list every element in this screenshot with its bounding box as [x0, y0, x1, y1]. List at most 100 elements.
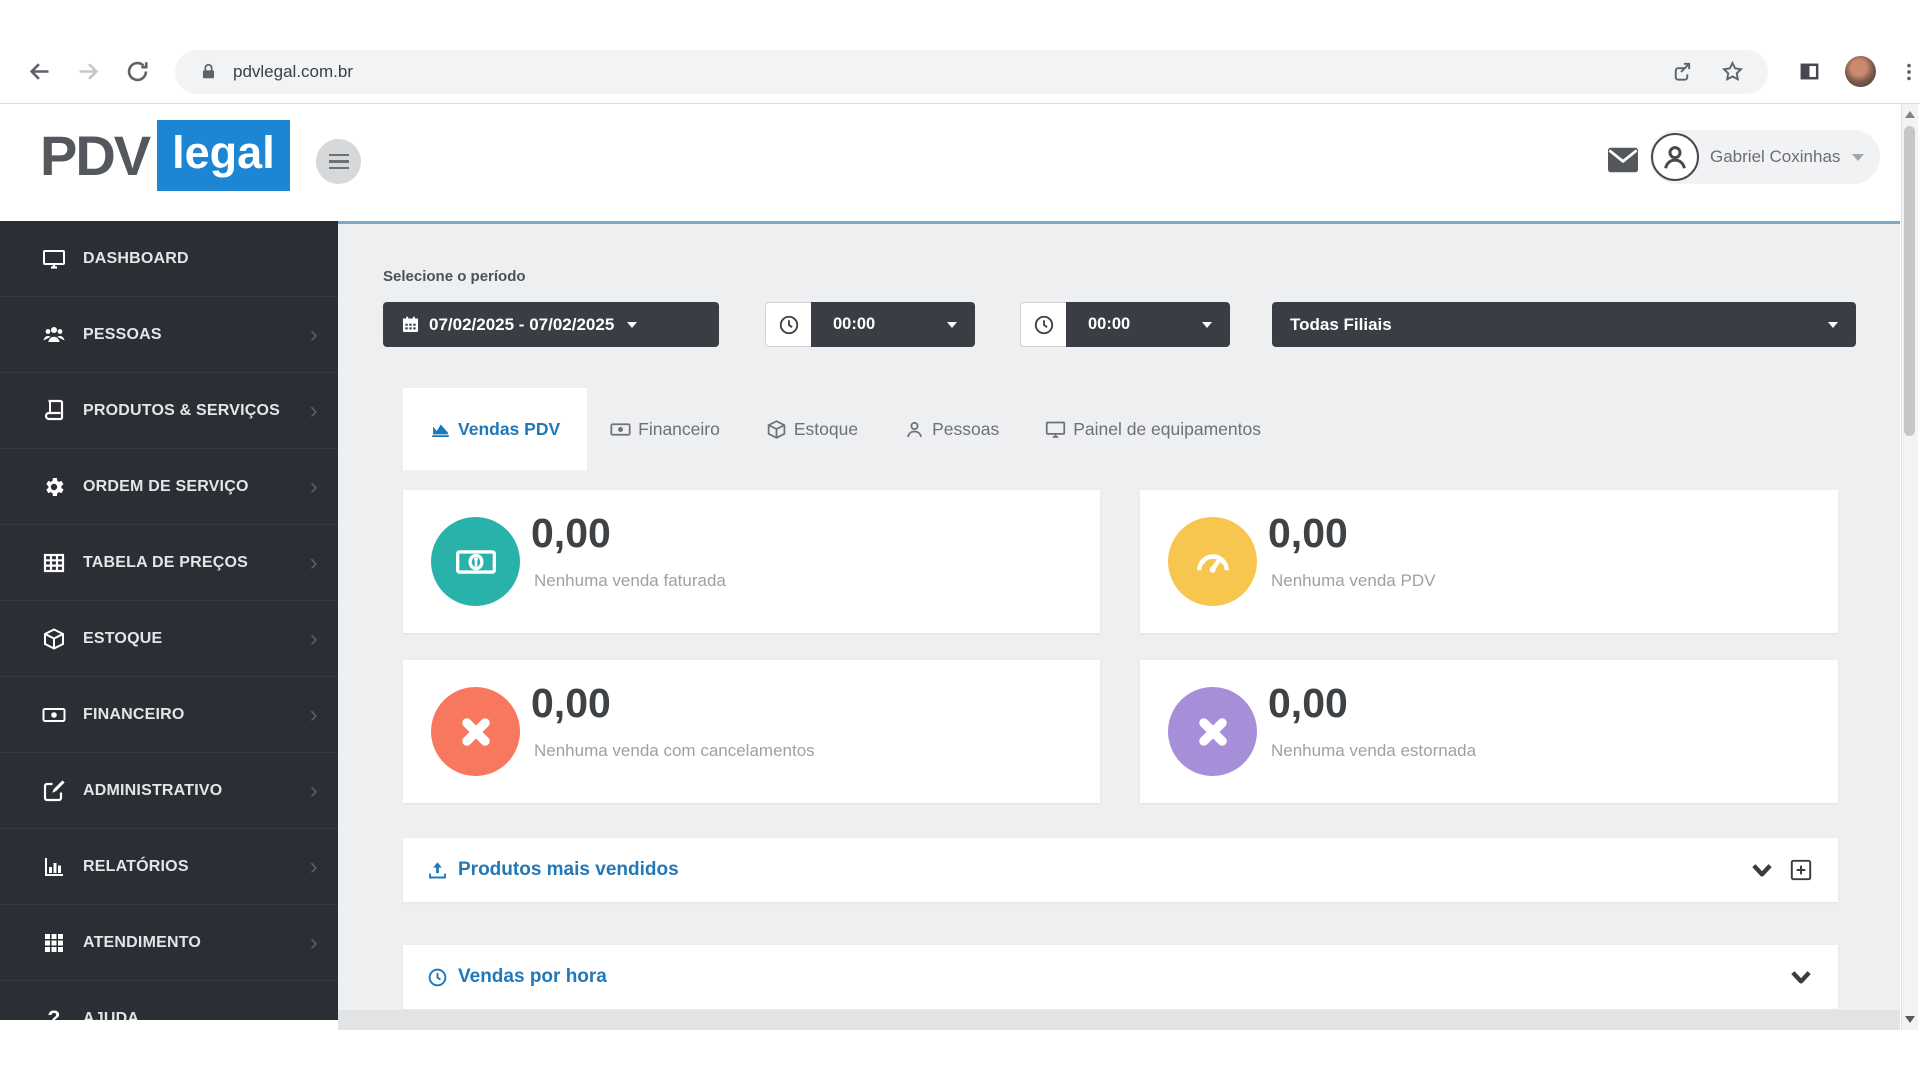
- collapse-chevron-icon[interactable]: [1749, 857, 1775, 883]
- stat-card-venda-faturada: 0,00 Nenhuma venda faturada: [403, 490, 1100, 633]
- stat-caption: Nenhuma venda PDV: [1271, 571, 1436, 590]
- viewport-bottom-strip: [338, 1010, 1900, 1030]
- gear-icon: [42, 475, 66, 499]
- person-icon: [904, 419, 925, 440]
- stat-caption: Nenhuma venda com cancelamentos: [534, 741, 815, 760]
- table-icon: [42, 551, 66, 575]
- mail-icon[interactable]: [1606, 145, 1640, 175]
- sidebar-item-label: TABELA DE PREÇOS: [83, 553, 248, 571]
- forward-icon[interactable]: [75, 58, 102, 85]
- user-avatar-icon: [1651, 133, 1699, 181]
- stat-card-venda-pdv: 0,00 Nenhuma venda PDV: [1140, 490, 1838, 633]
- main-content: Selecione o período 07/02/2025 - 07/02/2…: [338, 224, 1900, 1030]
- sidebar: DASHBOARD PESSOAS › PRODUTOS & SERVIÇOS …: [0, 221, 338, 1020]
- sidebar-item-label: AJUDA: [83, 1009, 140, 1021]
- scrollbar-thumb[interactable]: [1904, 126, 1915, 436]
- sidebar-item-dashboard[interactable]: DASHBOARD: [0, 221, 338, 297]
- sidebar-toggle-button[interactable]: [316, 139, 361, 184]
- share-icon[interactable]: [1670, 60, 1693, 83]
- start-time-picker[interactable]: 00:00: [765, 302, 975, 347]
- sidebar-item-financeiro[interactable]: FINANCEIRO ›: [0, 677, 338, 753]
- browser-toolbar: pdvlegal.com.br: [0, 40, 1920, 104]
- sidebar-item-label: ADMINISTRATIVO: [83, 781, 223, 799]
- sidebar-item-label: RELATÓRIOS: [83, 857, 189, 875]
- app-logo[interactable]: PDV legal: [40, 120, 290, 191]
- tab-estoque[interactable]: Estoque: [743, 388, 881, 470]
- clock-icon: [428, 968, 447, 986]
- stat-value: 0,00: [531, 510, 611, 556]
- chevron-right-icon: ›: [309, 928, 318, 956]
- side-panel-icon[interactable]: [1798, 60, 1821, 83]
- chevron-right-icon: ›: [309, 852, 318, 880]
- desktop-icon: [1045, 419, 1066, 440]
- collapse-chevron-icon[interactable]: [1788, 964, 1814, 990]
- sidebar-item-ajuda[interactable]: ? AJUDA: [0, 981, 338, 1021]
- sidebar-item-pessoas[interactable]: PESSOAS ›: [0, 297, 338, 373]
- start-time-value: 00:00: [833, 315, 876, 333]
- branch-select[interactable]: Todas Filiais: [1272, 302, 1856, 347]
- back-icon[interactable]: [26, 58, 53, 85]
- browser-profile-avatar[interactable]: [1845, 56, 1876, 87]
- sidebar-item-estoque[interactable]: ESTOQUE ›: [0, 601, 338, 677]
- end-time-picker[interactable]: 00:00: [1020, 302, 1230, 347]
- chevron-right-icon: ›: [309, 624, 318, 652]
- question-icon: ?: [47, 1006, 61, 1021]
- tab-vendas-pdv[interactable]: Vendas PDV: [403, 388, 588, 470]
- sidebar-item-atendimento[interactable]: ATENDIMENTO ›: [0, 905, 338, 981]
- panel-title-link[interactable]: Vendas por hora: [427, 966, 607, 988]
- tab-label: Painel de equipamentos: [1073, 418, 1261, 439]
- hamburger-icon: [328, 153, 349, 157]
- end-time-value: 00:00: [1088, 315, 1131, 333]
- area-chart-icon: [430, 419, 451, 440]
- cube-icon: [42, 627, 66, 651]
- stat-card-cancelamentos: 0,00 Nenhuma venda com cancelamentos: [403, 660, 1100, 803]
- caret-down-icon: [1828, 321, 1838, 328]
- banknote-icon: [610, 419, 631, 440]
- tab-pessoas[interactable]: Pessoas: [881, 388, 1022, 470]
- sidebar-item-tabela-de-precos[interactable]: TABELA DE PREÇOS ›: [0, 525, 338, 601]
- scroll-up-arrow-icon[interactable]: [1905, 111, 1915, 118]
- tab-label: Estoque: [793, 418, 859, 439]
- chevron-right-icon: ›: [309, 700, 318, 728]
- add-plus-square-icon[interactable]: [1788, 857, 1814, 883]
- chevron-right-icon: ›: [309, 320, 318, 348]
- bookmark-star-icon[interactable]: [1721, 60, 1744, 83]
- upload-icon: [429, 861, 446, 878]
- address-bar[interactable]: pdvlegal.com.br: [175, 49, 1768, 94]
- branch-value: Todas Filiais: [1290, 314, 1392, 334]
- stat-value: 0,00: [1268, 680, 1348, 726]
- sidebar-item-label: PESSOAS: [83, 325, 162, 343]
- banknote-icon: [431, 517, 520, 606]
- period-label: Selecione o período: [383, 268, 526, 285]
- sidebar-item-ordem-de-servico[interactable]: ORDEM DE SERVIÇO ›: [0, 449, 338, 525]
- book-icon: [42, 399, 66, 423]
- chevron-right-icon: ›: [309, 396, 318, 424]
- date-range-picker[interactable]: 07/02/2025 - 07/02/2025: [383, 302, 719, 347]
- vertical-scrollbar[interactable]: [1901, 104, 1918, 1030]
- sidebar-item-administrativo[interactable]: ADMINISTRATIVO ›: [0, 753, 338, 829]
- tab-financeiro[interactable]: Financeiro: [587, 388, 743, 470]
- panel-title: Vendas por hora: [458, 966, 607, 987]
- panel-title-link[interactable]: Produtos mais vendidos: [427, 859, 679, 881]
- scroll-down-arrow-icon[interactable]: [1905, 1016, 1915, 1023]
- grid-icon: [42, 931, 66, 955]
- sidebar-item-label: ATENDIMENTO: [83, 933, 202, 951]
- browser-menu-icon[interactable]: [1898, 61, 1920, 83]
- pencil-square-icon: [42, 779, 66, 803]
- sidebar-item-produtos-servicos[interactable]: PRODUTOS & SERVIÇOS ›: [0, 373, 338, 449]
- chevron-right-icon: ›: [309, 472, 318, 500]
- date-range-value: 07/02/2025 - 07/02/2025: [429, 314, 615, 334]
- tab-label: Financeiro: [638, 418, 720, 439]
- gauge-icon: [1168, 517, 1257, 606]
- logo-text-pdv: PDV: [40, 124, 151, 187]
- user-menu[interactable]: Gabriel Coxinhas: [1650, 130, 1881, 184]
- chevron-right-icon: ›: [309, 548, 318, 576]
- sidebar-item-relatorios[interactable]: RELATÓRIOS ›: [0, 829, 338, 905]
- page: pdvlegal.com.br PDV legal Gabriel Coxinh…: [0, 0, 1920, 1080]
- panel-vendas-por-hora: Vendas por hora: [403, 945, 1838, 1009]
- tab-painel-de-equipamentos[interactable]: Painel de equipamentos: [1022, 388, 1284, 470]
- chevron-down-icon: [1852, 153, 1865, 161]
- dashboard-tabs: Vendas PDV Financeiro Estoque Pessoas Pa…: [403, 388, 1284, 470]
- clock-icon: [765, 302, 811, 347]
- reload-icon[interactable]: [124, 58, 151, 85]
